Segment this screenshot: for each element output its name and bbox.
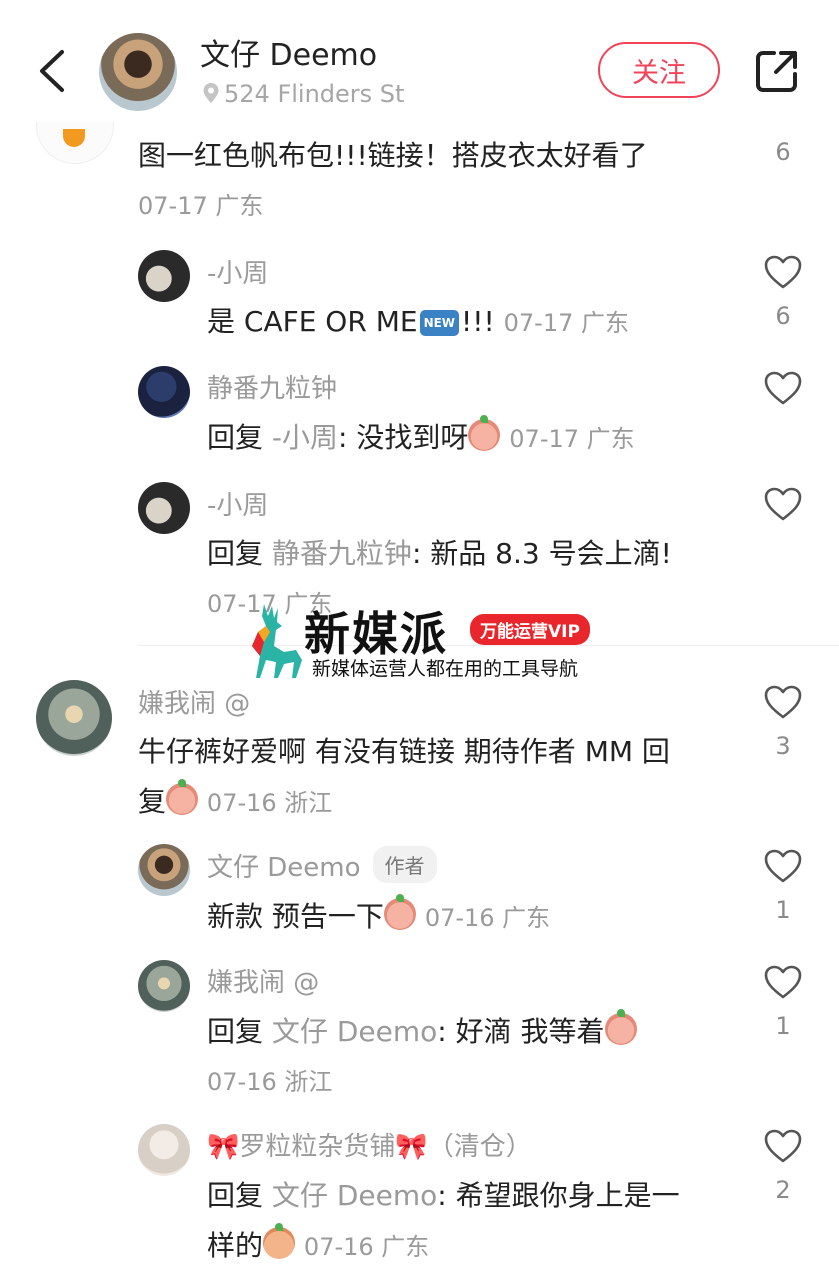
reply-text: 是 CAFE OR ME NEW!!! 07-17 广东 [207, 300, 629, 340]
reply-prefix: 回复 [207, 1015, 264, 1048]
deer-logo-icon [252, 604, 302, 678]
reply-text-line2: 样的 07-16 广东 [207, 1223, 430, 1264]
commenter-name[interactable]: 嫌我闹 @ [207, 962, 319, 999]
commenter-name[interactable]: 文仔 Deemo 作者 [207, 846, 437, 884]
commenter-avatar[interactable] [138, 1124, 190, 1176]
like-count: 1 [775, 1012, 791, 1040]
commenter-avatar[interactable] [138, 250, 190, 302]
reply-to-name[interactable]: 静番九粒钟 [272, 537, 412, 570]
author-tag: 作者 [372, 846, 437, 883]
reply-content-suffix: !!! [461, 305, 495, 338]
reply-content: 新款 预告一下 [207, 900, 384, 933]
back-arrow-icon[interactable] [32, 48, 72, 94]
header: 文仔 Deemo 524 Flinders St 关注 [0, 0, 839, 122]
reply-content: 是 CAFE OR ME [207, 305, 418, 338]
heart-icon[interactable] [763, 964, 803, 1000]
crying-emoji-icon [468, 415, 501, 451]
commenter-avatar[interactable] [138, 960, 190, 1012]
comment-meta: 07-17 广东 [138, 192, 264, 220]
praying-hands-emoji-icon [263, 1223, 296, 1259]
reply-content: 样的 [207, 1229, 264, 1262]
like-count: 1 [775, 896, 791, 924]
comment-page: 文仔 Deemo 524 Flinders St 关注 图一红色帆布包!!!链接… [0, 0, 839, 1280]
reply-content: : 没找到呀 [338, 421, 469, 454]
reply-to-name[interactable]: 文仔 Deemo [272, 1179, 437, 1212]
reply-meta: 07-16 广东 [303, 1233, 430, 1261]
reply-meta: 07-16 浙江 [207, 1068, 333, 1096]
new-emoji-badge: NEW [419, 310, 460, 336]
reply-to-name[interactable]: 文仔 Deemo [272, 1015, 437, 1048]
watermark: 新媒派 万能运营VIP 新媒体运营人都在用的工具导航 [244, 598, 604, 684]
follow-button[interactable]: 关注 [598, 42, 720, 98]
heart-icon[interactable] [763, 370, 803, 406]
location: 524 Flinders St [202, 80, 404, 108]
comment-text: 牛仔裤好爱啊 有没有链接 期待作者 MM 回 [138, 735, 670, 768]
commenter-avatar[interactable] [36, 680, 112, 756]
watermark-badge: 万能运营VIP [470, 614, 590, 645]
like-count: 2 [775, 1176, 791, 1204]
reply-text: 回复 -小周: 没找到呀 07-17 广东 [207, 415, 635, 456]
reply-text: 回复 静番九粒钟: 新品 8.3 号会上滴! [207, 532, 672, 572]
commenter-avatar[interactable] [138, 482, 190, 534]
author-avatar[interactable] [99, 33, 177, 111]
reply-prefix: 回复 [207, 1179, 264, 1212]
like-count: 6 [775, 302, 791, 330]
like-count: 6 [775, 138, 791, 166]
commenter-name[interactable]: 🎀罗粒粒杂货铺🎀（清仓） [207, 1126, 532, 1163]
comment-text-line2: 复 07-16 浙江 [138, 779, 333, 820]
watermark-subtitle: 新媒体运营人都在用的工具导航 [312, 658, 579, 680]
reply-content: : 好滴 我等着 [437, 1015, 605, 1048]
reply-meta: 07-16 广东 [424, 904, 551, 932]
reply-prefix: 回复 [207, 537, 264, 570]
share-icon[interactable] [754, 48, 800, 94]
commenter-name[interactable]: -小周 [207, 485, 268, 522]
reply-to-name[interactable]: -小周 [272, 421, 338, 454]
commenter-avatar[interactable] [138, 366, 190, 418]
heart-icon[interactable] [763, 254, 803, 290]
reply-text: 新款 预告一下 07-16 广东 [207, 894, 551, 935]
comment-text: 图一红色帆布包!!!链接！搭皮衣太好看了 [138, 139, 648, 172]
heart-icon[interactable] [763, 486, 803, 522]
commenter-name[interactable]: 静番九粒钟 [207, 368, 337, 405]
laughing-emoji-icon [604, 1009, 637, 1045]
reply-content: : 新品 8.3 号会上滴! [411, 537, 672, 570]
commenter-name[interactable]: -小周 [207, 253, 268, 290]
reply-text: 回复 文仔 Deemo: 希望跟你身上是一 [207, 1174, 680, 1214]
reply-prefix: 回复 [207, 421, 264, 454]
reply-meta: 07-17 广东 [503, 309, 630, 337]
reply-content: : 希望跟你身上是一 [437, 1179, 680, 1212]
happy-emoji-icon [166, 779, 199, 815]
comment-content: 复 [138, 785, 167, 818]
heart-icon[interactable] [763, 1128, 803, 1164]
heart-icon[interactable] [763, 684, 803, 720]
author-name[interactable]: 文仔 Deemo [200, 30, 377, 74]
commenter-name[interactable]: 嫌我闹 @ [138, 683, 250, 720]
commenter-avatar[interactable] [138, 844, 190, 896]
location-pin-icon [203, 83, 219, 103]
comment-meta: 07-16 浙江 [206, 789, 333, 817]
like-count: 3 [775, 732, 791, 760]
reply-meta: 07-17 广东 [509, 425, 635, 453]
location-text: 524 Flinders St [224, 80, 405, 108]
reply-text: 回复 文仔 Deemo: 好滴 我等着 [207, 1009, 637, 1050]
heart-icon[interactable] [763, 848, 803, 884]
commenter-name-text[interactable]: 文仔 Deemo [207, 853, 361, 883]
thinking-emoji-icon [383, 894, 416, 930]
